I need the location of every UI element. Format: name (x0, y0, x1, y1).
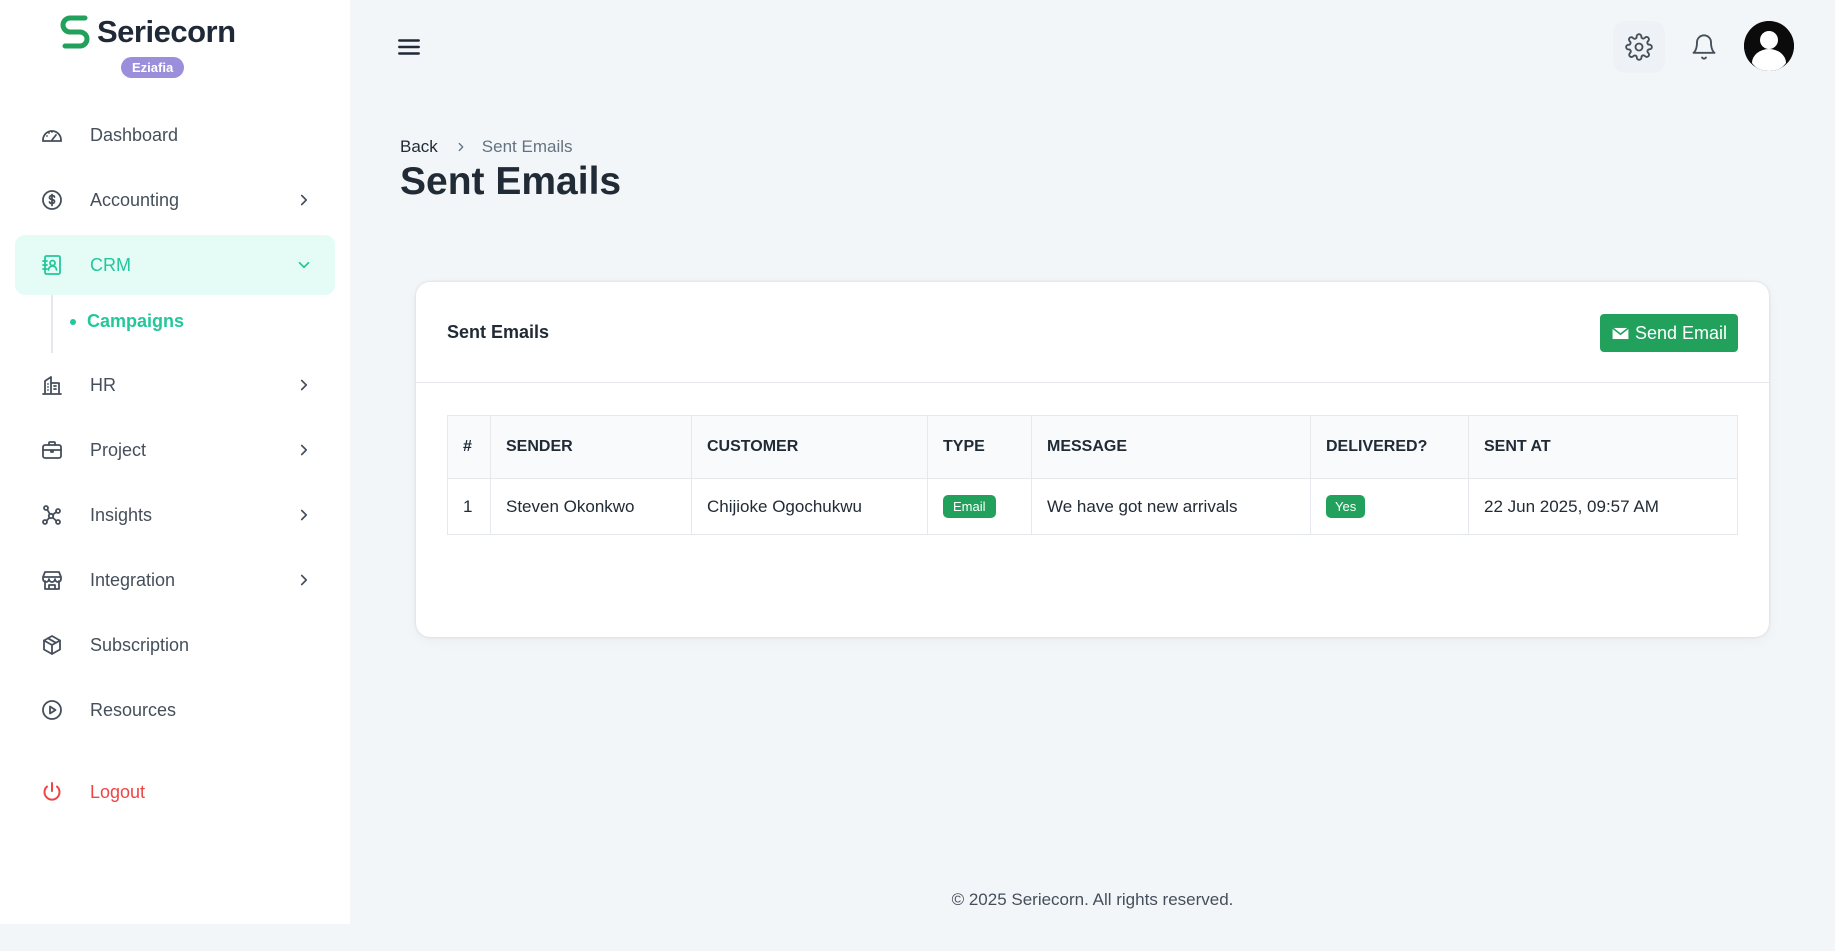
column-header-delivered: DELIVERED? (1310, 415, 1469, 479)
cell-type: Email (927, 478, 1032, 535)
active-dot-icon (70, 318, 76, 325)
sidebar-item-hr[interactable]: HR (15, 355, 335, 415)
user-avatar-icon (1744, 21, 1794, 71)
brand[interactable]: Seriecorn Eziafia (55, 12, 245, 82)
cell-sent-at: 22 Jun 2025, 09:57 AM (1468, 478, 1738, 535)
sent-emails-card: Sent Emails Send Email # SENDER CUSTOMER… (416, 282, 1769, 637)
settings-button[interactable] (1613, 21, 1665, 73)
sidebar-item-label: Dashboard (90, 124, 179, 145)
notifications-button[interactable] (1678, 21, 1730, 73)
breadcrumb-current: Sent Emails (481, 137, 573, 156)
sidebar-item-label: Project (90, 439, 147, 460)
sidebar-subitem-label: Campaigns (87, 311, 185, 331)
chevron-right-icon (300, 444, 308, 456)
sidebar: Seriecorn Eziafia Dashboard Accounting C… (0, 0, 350, 924)
workspace-badge: Eziafia (121, 57, 185, 78)
breadcrumb: Back Sent Emails (400, 137, 573, 157)
network-icon (40, 503, 64, 527)
chevron-right-icon (300, 379, 308, 391)
footer-copyright: © 2025 Seriecorn. All rights reserved. (951, 890, 1234, 909)
seriecorn-logo-icon (60, 15, 90, 49)
dollar-circle-icon (40, 188, 64, 212)
box-icon (40, 633, 64, 657)
sidebar-item-label: CRM (90, 254, 131, 275)
card-title: Sent Emails (447, 322, 550, 342)
envelope-icon (1612, 326, 1629, 339)
send-email-label: Send Email (1634, 322, 1727, 343)
send-email-button[interactable]: Send Email (1599, 314, 1738, 352)
page-title: Sent Emails (400, 160, 622, 203)
column-header-number: # (447, 415, 491, 479)
chevron-right-icon (300, 509, 308, 521)
store-icon (40, 568, 64, 592)
delivered-badge: Yes (1326, 495, 1366, 518)
table-row[interactable]: 1 Steven Okonkwo Chijioke Ogochukwu Emai… (447, 478, 1738, 535)
logout-button[interactable]: Logout (15, 762, 335, 822)
sidebar-item-label: Resources (90, 699, 177, 720)
sidebar-item-label: Subscription (90, 634, 190, 655)
brand-name: Seriecorn (97, 14, 236, 49)
play-circle-icon (40, 698, 64, 722)
sidebar-item-accounting[interactable]: Accounting (15, 170, 335, 230)
cell-number: 1 (447, 478, 491, 535)
building-icon (40, 373, 64, 397)
column-header-sender: SENDER (490, 415, 692, 479)
column-header-type: TYPE (927, 415, 1032, 479)
sidebar-item-insights[interactable]: Insights (15, 485, 335, 545)
card-header: Sent Emails Send Email (416, 282, 1769, 383)
contact-book-icon (40, 253, 64, 277)
gear-icon (1625, 33, 1653, 61)
sidebar-item-crm[interactable]: CRM (15, 235, 335, 295)
briefcase-icon (40, 438, 64, 462)
power-icon (40, 780, 64, 804)
sidebar-item-dashboard[interactable]: Dashboard (15, 105, 335, 165)
chevron-right-icon (300, 574, 308, 586)
bell-icon (1692, 34, 1716, 60)
column-header-customer: CUSTOMER (691, 415, 928, 479)
sidebar-item-integration[interactable]: Integration (15, 550, 335, 610)
chevron-down-icon (298, 261, 310, 269)
sidebar-item-resources[interactable]: Resources (15, 680, 335, 740)
cell-delivered: Yes (1310, 478, 1469, 535)
gauge-icon (40, 123, 64, 147)
cell-message: We have got new arrivals (1031, 478, 1311, 535)
menu-icon[interactable] (396, 34, 422, 60)
sidebar-item-project[interactable]: Project (15, 420, 335, 480)
crm-submenu: Campaigns (51, 295, 335, 353)
sidebar-item-label: HR (90, 374, 116, 395)
table-header-row: # SENDER CUSTOMER TYPE MESSAGE DELIVERED… (447, 415, 1738, 479)
sidebar-item-label: Insights (90, 504, 153, 525)
chevron-right-icon (300, 194, 308, 206)
avatar[interactable] (1744, 21, 1794, 71)
cell-customer: Chijioke Ogochukwu (691, 478, 928, 535)
sent-emails-table: # SENDER CUSTOMER TYPE MESSAGE DELIVERED… (447, 415, 1738, 535)
logout-label: Logout (90, 781, 146, 802)
type-badge: Email (943, 495, 996, 518)
sidebar-nav: Dashboard Accounting CRM Campaigns HR Pr… (15, 105, 335, 827)
sidebar-subitem-campaigns[interactable]: Campaigns (70, 311, 184, 332)
sidebar-item-label: Integration (90, 569, 176, 590)
column-header-sent-at: SENT AT (1468, 415, 1738, 479)
sidebar-item-label: Accounting (90, 189, 180, 210)
breadcrumb-back-link[interactable]: Back (400, 137, 438, 157)
chevron-right-icon (458, 142, 464, 152)
cell-sender: Steven Okonkwo (490, 478, 692, 535)
column-header-message: MESSAGE (1031, 415, 1311, 479)
sidebar-item-subscription[interactable]: Subscription (15, 615, 335, 675)
